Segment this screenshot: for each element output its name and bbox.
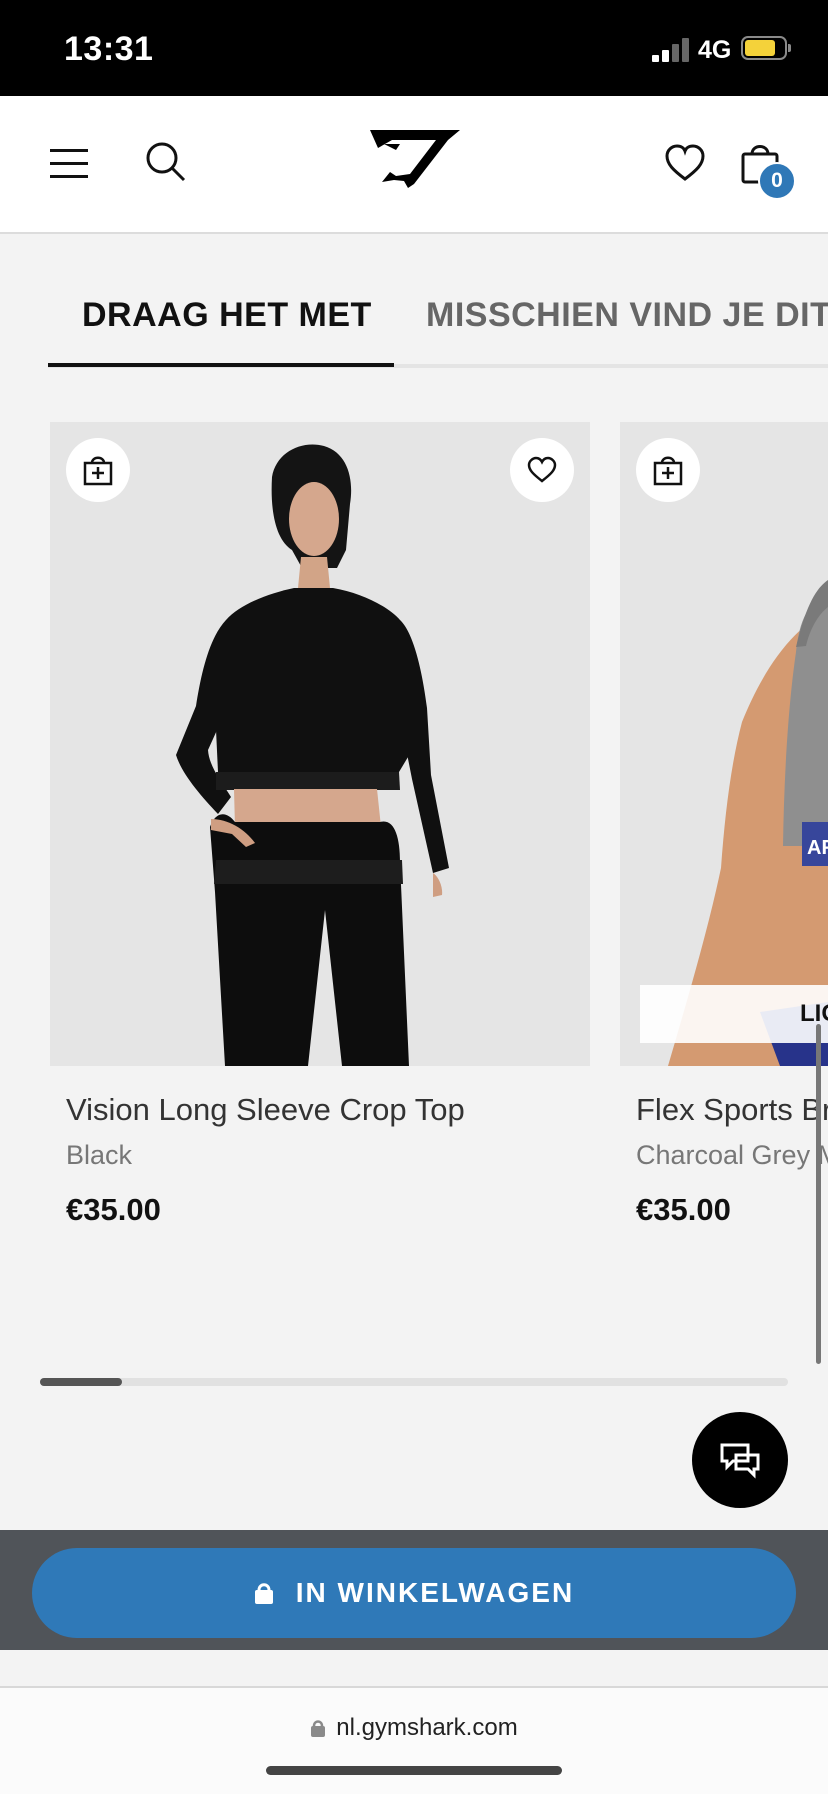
status-bar: 13:31 4G (0, 0, 828, 96)
browser-address-bar: nl.gymshark.com (0, 1686, 828, 1794)
quick-add-bag-icon (83, 456, 113, 486)
carousel-scroll-thumb[interactable] (40, 1378, 123, 1386)
product-photo-black-crop-top (50, 422, 590, 1066)
product-name[interactable]: Flex Sports Br (636, 1092, 828, 1128)
url-text[interactable]: nl.gymshark.com (336, 1714, 517, 1742)
product-card[interactable]: Vision Long Sleeve Crop Top Black €35.00 (50, 422, 590, 1242)
product-image[interactable]: AR (620, 422, 828, 1066)
recommendation-tabs: DRAAG HET MET MISSCHIEN VIND JE DIT (48, 296, 828, 366)
wishlist-product-button[interactable] (510, 438, 574, 502)
add-to-cart-label: IN WINKELWAGEN (295, 1577, 575, 1608)
lock-icon (254, 1583, 273, 1604)
menu-button[interactable] (48, 146, 92, 180)
home-indicator[interactable] (266, 1766, 562, 1775)
product-image[interactable] (50, 422, 590, 1066)
search-button[interactable] (144, 140, 190, 186)
product-photo-sports-bra: AR (620, 422, 828, 1066)
heart-icon (527, 456, 557, 483)
tab-draag-het-met[interactable]: DRAAG HET MET (82, 296, 372, 335)
status-time: 13:31 (64, 30, 154, 68)
carousel-scrollbar[interactable] (40, 1378, 788, 1386)
heart-icon (665, 144, 705, 181)
product-color: Charcoal Grey M (636, 1140, 828, 1170)
network-type: 4G (698, 36, 732, 64)
battery-icon (741, 36, 791, 60)
product-badge: LIG (640, 985, 828, 1043)
signal-strength-icon (652, 34, 690, 62)
add-to-cart-button[interactable]: IN WINKELWAGEN (32, 1548, 796, 1638)
top-navigation (0, 96, 828, 234)
product-price: €35.00 (66, 1192, 161, 1227)
gymshark-logo[interactable] (366, 122, 466, 198)
hamburger-icon (50, 149, 88, 178)
tab-misschien-vind-je-dit[interactable]: MISSCHIEN VIND JE DIT (426, 296, 828, 335)
cart-count-badge: 0 (758, 162, 796, 200)
chat-icon (720, 1443, 760, 1479)
vertical-scrollbar[interactable] (816, 1024, 821, 1364)
product-price: €35.00 (636, 1192, 731, 1227)
product-name[interactable]: Vision Long Sleeve Crop Top (66, 1092, 465, 1128)
wishlist-button[interactable] (664, 144, 706, 182)
quick-add-bag-icon (653, 456, 683, 486)
product-card[interactable]: AR LIG Flex Sports Br Charcoal Grey M €3… (620, 422, 828, 1242)
quick-add-button[interactable] (636, 438, 700, 502)
quick-add-button[interactable] (66, 438, 130, 502)
checkout-bar: IN WINKELWAGEN (0, 1530, 828, 1650)
search-icon (146, 142, 186, 182)
padlock-icon (311, 1720, 326, 1737)
svg-text:AR: AR (807, 837, 828, 859)
url-container[interactable]: nl.gymshark.com (0, 1714, 828, 1742)
chat-button[interactable] (692, 1412, 788, 1508)
gymshark-logo-icon (370, 130, 460, 188)
product-color: Black (66, 1140, 133, 1170)
